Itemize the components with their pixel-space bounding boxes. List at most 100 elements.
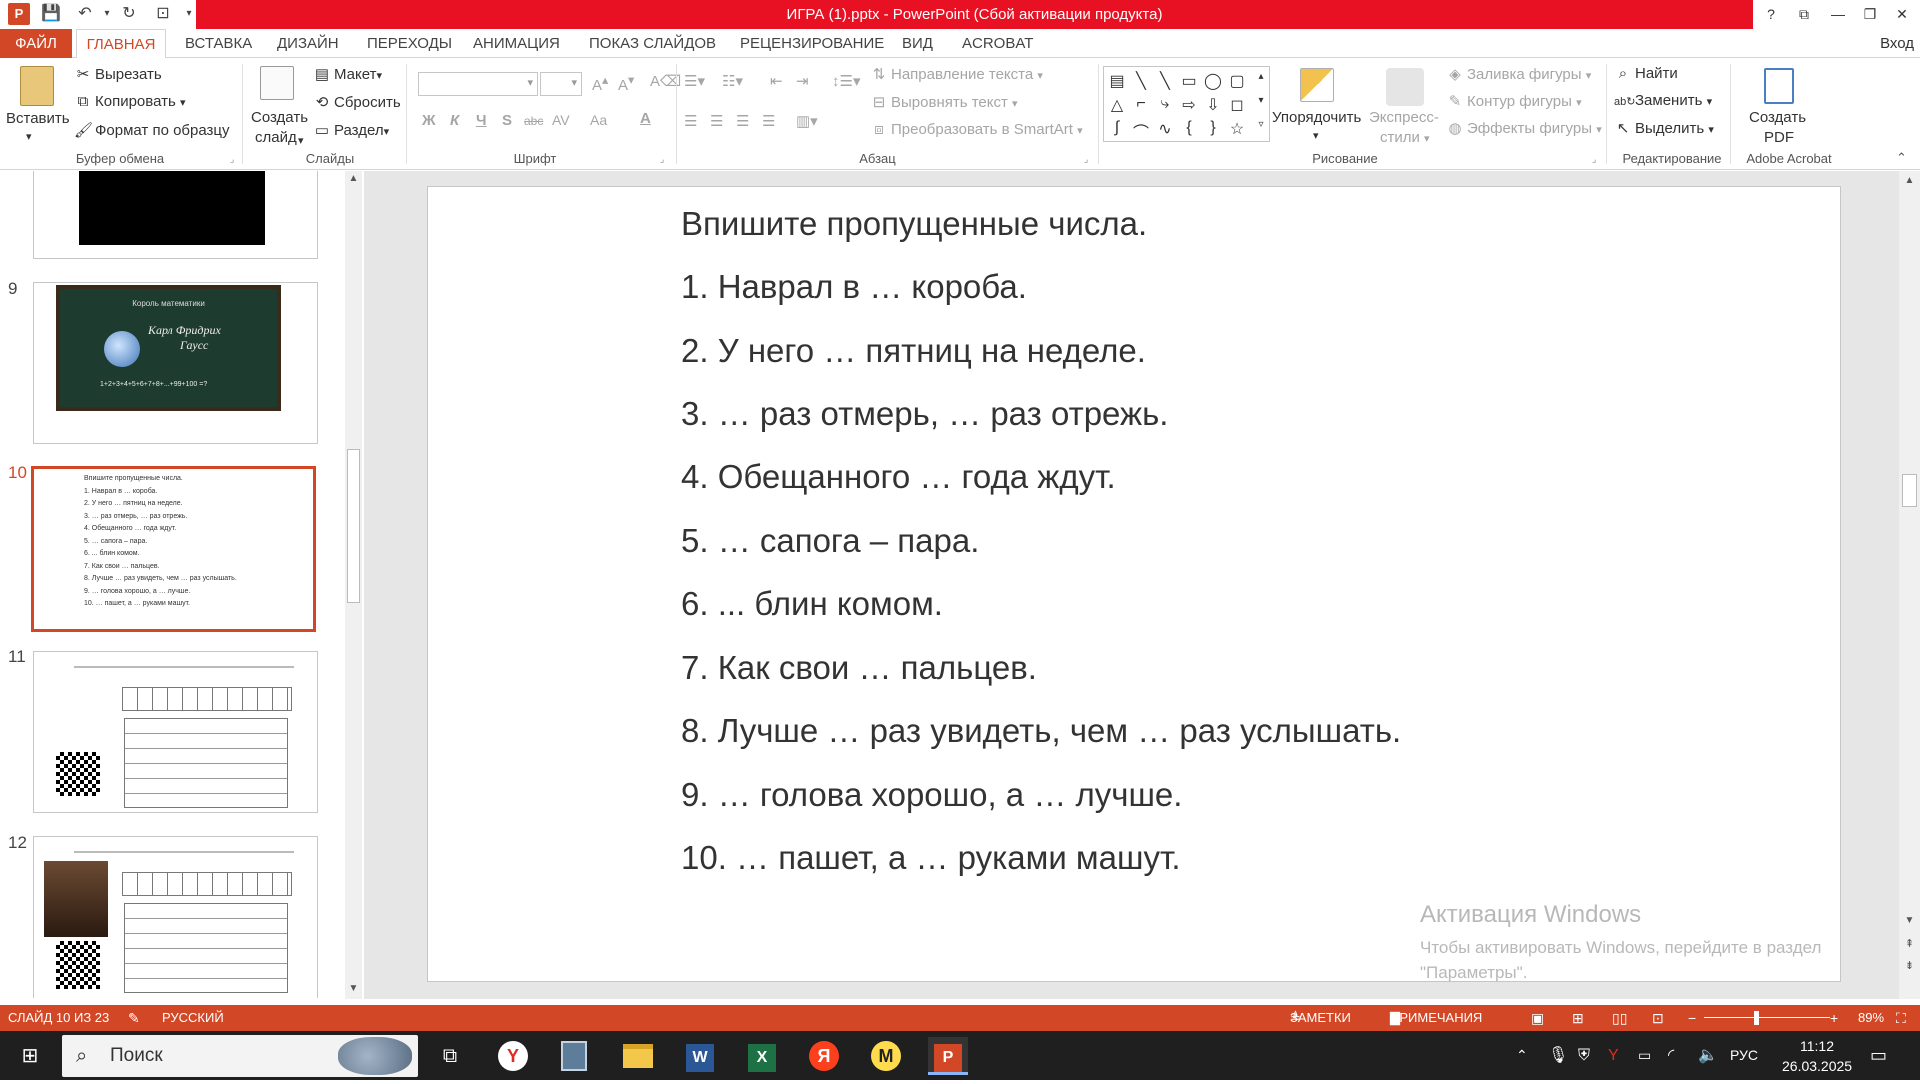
gallery-scroll-down-icon[interactable]: ▾ xyxy=(1250,95,1272,106)
tab-transitions[interactable]: ПЕРЕХОДЫ xyxy=(367,29,452,58)
quick-styles-label-2[interactable]: стили xyxy=(1380,129,1420,146)
select-button[interactable]: ↖ Выделить ▾ xyxy=(1614,119,1714,137)
increase-indent-icon[interactable]: ⇥ xyxy=(796,72,809,90)
reset-button[interactable]: ⟲ Сбросить xyxy=(313,93,401,111)
underline-button[interactable]: Ч xyxy=(476,112,487,129)
language-indicator[interactable]: РУССКИЙ xyxy=(162,1005,224,1031)
arrow-line-shape-icon[interactable]: ╲ xyxy=(1154,71,1176,91)
curve-shape-icon[interactable]: ∫ xyxy=(1106,119,1128,137)
arrange-icon[interactable] xyxy=(1300,68,1334,102)
proverb-line[interactable]: 1. Наврал в … короба. xyxy=(681,268,1027,306)
flowchart-shape-icon[interactable]: ◻ xyxy=(1226,95,1248,115)
textbox-shape-icon[interactable]: ▤ xyxy=(1106,71,1128,91)
proverb-line[interactable]: 3. … раз отмерь, … раз отрежь. xyxy=(681,395,1168,433)
quick-styles-label-1[interactable]: Экспресс- xyxy=(1369,109,1439,126)
layout-button[interactable]: ▤ Макет▾ xyxy=(313,65,382,83)
zoom-slider-thumb[interactable] xyxy=(1754,1011,1759,1025)
clock[interactable]: 11:12 26.03.2025 xyxy=(1782,1036,1852,1076)
yandex-icon[interactable]: Я xyxy=(809,1041,839,1071)
previous-slide-icon[interactable]: ⇞ xyxy=(1899,937,1920,950)
align-left-icon[interactable]: ☰ xyxy=(684,112,697,130)
thumbnail-scroll-thumb[interactable] xyxy=(347,449,360,603)
align-center-icon[interactable]: ☰ xyxy=(710,112,723,130)
zoom-level[interactable]: 89% xyxy=(1858,1005,1884,1031)
font-name-combo[interactable] xyxy=(418,72,538,96)
undo-icon[interactable]: ↶ xyxy=(74,3,96,25)
spelling-check-icon[interactable]: ✎ xyxy=(128,1005,140,1031)
zoom-out-icon[interactable]: − xyxy=(1688,1005,1696,1031)
shrink-font-icon[interactable]: A▾ xyxy=(618,72,634,94)
grow-font-icon[interactable]: A▴ xyxy=(592,72,608,94)
tab-design[interactable]: ДИЗАЙН xyxy=(277,29,339,58)
right-brace-shape-icon[interactable]: } xyxy=(1202,119,1224,137)
task-view-icon[interactable]: ⧉ xyxy=(430,1037,470,1075)
sign-in-link[interactable]: Вход xyxy=(1880,29,1914,58)
excel-icon[interactable]: X xyxy=(748,1044,776,1072)
reading-view-icon[interactable]: ▯▯ xyxy=(1612,1005,1627,1031)
slide-counter[interactable]: СЛАЙД 10 ИЗ 23 xyxy=(8,1005,109,1031)
cut-button[interactable]: ✂ Вырезать xyxy=(74,65,162,83)
right-arrow-shape-icon[interactable]: ⇨ xyxy=(1178,95,1200,115)
font-size-combo[interactable] xyxy=(540,72,582,96)
shape-effects-button[interactable]: ◍ Эффекты фигуры ▾ xyxy=(1446,119,1601,137)
powerpoint-app-icon[interactable]: P xyxy=(8,3,30,25)
shapes-gallery[interactable]: ▤ ╲ ╲ ▭ ◯ ▢ △ ⌐ ⤷ ⇨ ⇩ ◻ ∫ ⌒ ∿ { } ☆ ▴ ▾ … xyxy=(1103,66,1270,142)
battery-icon[interactable]: ▭ xyxy=(1638,1031,1651,1080)
arc-shape-icon[interactable]: ⌒ xyxy=(1130,119,1152,143)
decrease-indent-icon[interactable]: ⇤ xyxy=(770,72,783,90)
text-direction-button[interactable]: ⇅ Направление текста ▾ xyxy=(870,65,1043,83)
slide-thumbnail-8[interactable] xyxy=(33,171,318,259)
windows-start-icon[interactable]: ⊞ xyxy=(10,1037,50,1075)
find-button[interactable]: ⌕ Найти xyxy=(1614,65,1678,82)
proverb-line[interactable]: 8. Лучше … раз увидеть, чем … раз услыша… xyxy=(681,712,1401,750)
tab-insert[interactable]: ВСТАВКА xyxy=(185,29,252,58)
new-slide-label-2[interactable]: слайд xyxy=(255,129,297,146)
calculator-icon[interactable] xyxy=(561,1041,587,1071)
scroll-up-icon[interactable]: ▲ xyxy=(345,173,362,187)
collapse-ribbon-icon[interactable]: ⌃ xyxy=(1896,150,1907,166)
strikethrough-button[interactable]: abc xyxy=(524,114,543,128)
tab-animations[interactable]: АНИМАЦИЯ xyxy=(473,29,560,58)
volume-icon[interactable]: 🔈 xyxy=(1698,1031,1718,1080)
columns-icon[interactable]: ▥▾ xyxy=(796,112,818,130)
proverb-line[interactable]: 9. … голова хорошо, а … лучше. xyxy=(681,776,1182,814)
slide-thumbnail-12[interactable] xyxy=(33,836,318,998)
normal-view-icon[interactable]: ▣ xyxy=(1531,1005,1544,1031)
align-right-icon[interactable]: ☰ xyxy=(736,112,749,130)
change-case-button[interactable]: Aa xyxy=(590,112,607,128)
start-slideshow-icon[interactable]: ⊡ xyxy=(152,3,174,25)
tab-review[interactable]: РЕЦЕНЗИРОВАНИЕ xyxy=(740,29,884,58)
help-button[interactable]: ? xyxy=(1753,0,1789,29)
slide-thumbnail-11[interactable] xyxy=(33,651,318,813)
oval-shape-icon[interactable]: ◯ xyxy=(1202,71,1224,91)
quick-styles-icon[interactable] xyxy=(1386,68,1424,106)
quick-styles-dropdown-icon[interactable]: ▾ xyxy=(1424,132,1430,145)
show-hidden-icons-icon[interactable]: ⌃ xyxy=(1516,1031,1528,1080)
word-icon[interactable]: W xyxy=(686,1044,714,1072)
rectangle-shape-icon[interactable]: ▭ xyxy=(1178,71,1200,91)
thumbnail-scrollbar[interactable]: ▲ ▼ xyxy=(345,171,362,999)
font-launcher-icon[interactable]: ⌟ xyxy=(660,154,664,165)
next-slide-icon[interactable]: ⇟ xyxy=(1899,959,1920,972)
shadow-button[interactable]: S xyxy=(502,112,512,129)
create-pdf-label-2[interactable]: PDF xyxy=(1764,129,1794,146)
line-shape-icon[interactable]: ╲ xyxy=(1130,71,1152,91)
save-icon[interactable]: 💾 xyxy=(40,3,62,25)
tab-view[interactable]: ВИД xyxy=(902,29,933,58)
connector-shape-icon[interactable]: ⌐ xyxy=(1130,95,1152,113)
character-spacing-button[interactable]: AV xyxy=(552,112,570,128)
freeform-shape-icon[interactable]: ∿ xyxy=(1154,119,1176,139)
star-shape-icon[interactable]: ☆ xyxy=(1226,119,1248,139)
security-shield-icon[interactable]: ⛨ xyxy=(1578,1031,1590,1080)
maximize-icon[interactable]: ❐ xyxy=(1852,0,1888,29)
section-button[interactable]: ▭ Раздел▾ xyxy=(313,121,389,139)
slide-scrollbar[interactable]: ▲ ▼ ⇞ ⇟ xyxy=(1899,171,1920,999)
shape-outline-button[interactable]: ✎ Контур фигуры ▾ xyxy=(1446,92,1582,110)
paragraph-launcher-icon[interactable]: ⌟ xyxy=(1084,154,1088,165)
proverb-line[interactable]: 6. ... блин комом. xyxy=(681,585,943,623)
create-pdf-label-1[interactable]: Создать xyxy=(1749,109,1806,126)
tab-file[interactable]: ФАЙЛ xyxy=(0,29,72,58)
format-painter-button[interactable]: 🖌 Формат по образцу xyxy=(74,121,230,139)
close-icon[interactable]: ✕ xyxy=(1884,0,1920,29)
zoom-slider-track[interactable] xyxy=(1704,1017,1830,1018)
